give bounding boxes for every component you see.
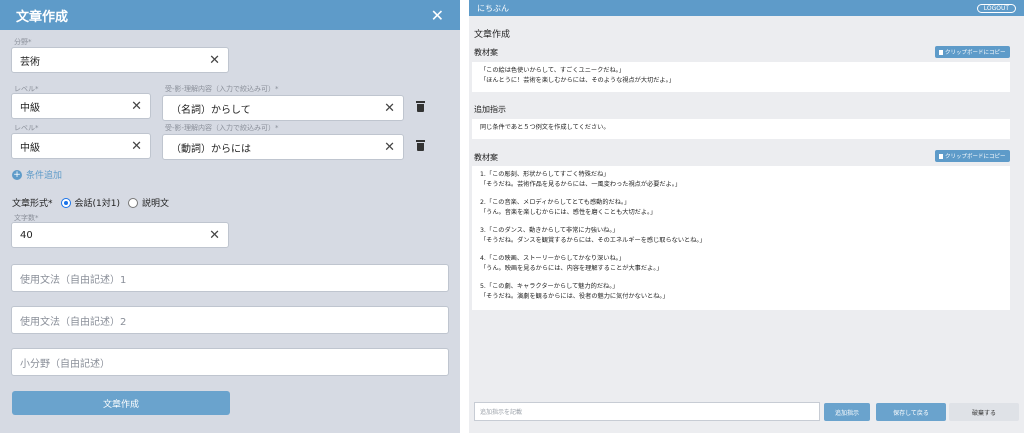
- draft-label-2: 教材案: [474, 153, 498, 162]
- instruction-text: 同じ条件であと５つ例文を作成してください。: [480, 124, 610, 131]
- pattern-label-1: 受-影-理解内容（入力で絞込み可）*: [165, 85, 279, 93]
- clear-icon[interactable]: ✕: [209, 228, 220, 243]
- draft2-line: 4.「この映画、ストーリーからしてかなり深いね。」: [480, 255, 625, 262]
- char-count-input[interactable]: 40 ✕: [11, 222, 229, 248]
- instruction-label: 追加指示: [474, 105, 506, 114]
- draft-card-1: 「この絵は色使いからして、すごくユニークだね。」 「ほんとうに！芸術を楽しむから…: [472, 62, 1010, 92]
- compose-dialog: 文章作成 ✕ 分野* 芸術 ✕ レベル* 中級 ✕ 受-影-理解内容（入力で絞込…: [0, 0, 460, 433]
- field-label: 分野*: [14, 38, 32, 46]
- radio-conversation-label: 会話(1対1): [74, 199, 120, 209]
- draft-label-1: 教材案: [474, 48, 498, 57]
- grammar-placeholder-1: 使用文法（自由記述）1: [20, 274, 127, 286]
- page-title: 文章作成: [474, 30, 511, 40]
- trash-icon[interactable]: [416, 140, 425, 151]
- add-condition-label: 条件追加: [26, 171, 63, 181]
- draft2-line: 「そうだね。ダンスを観賞するからには、そのエネルギーを感じ取らないとね。」: [480, 237, 706, 244]
- copy-button-1[interactable]: クリップボードにコピー: [935, 46, 1010, 58]
- dialog-header: 文章作成 ✕: [0, 0, 460, 30]
- grammar-input-1[interactable]: 使用文法（自由記述）1: [11, 264, 449, 292]
- logout-button[interactable]: LOGOUT: [976, 3, 1016, 13]
- dialog-title: 文章作成: [16, 9, 69, 25]
- draft1-line: 「ほんとうに！芸術を楽しむからには、そのような視点が大切だよ。」: [480, 77, 675, 84]
- draft2-line: 「うん。映画を見るからには、内容を理解することが大事だよ。」: [480, 265, 663, 272]
- radio-explanation-label: 説明文: [142, 199, 170, 209]
- level-select-1[interactable]: 中級 ✕: [11, 93, 151, 119]
- subfield-placeholder: 小分野（自由記述）: [20, 358, 110, 370]
- pattern-value-2: （動詞）からには: [171, 143, 251, 155]
- draft2-line: 「そうだね。演劇を観るからには、役者の魅力に気付かないとね。」: [480, 293, 669, 300]
- compose-submit-button[interactable]: 文章作成: [12, 391, 230, 415]
- pattern-select-2[interactable]: （動詞）からには ✕: [162, 134, 404, 160]
- format-label: 文章形式*: [12, 199, 53, 209]
- format-radio-group: 文章形式* 会話(1対1) 説明文: [12, 196, 169, 209]
- pattern-value-1: （名詞）からして: [171, 104, 251, 116]
- draft2-line: 3.「このダンス、動きからして非常に力強いね。」: [480, 227, 619, 234]
- draft2-line: 「うん。音楽を楽しむからには、感性を磨くことも大切だよ。」: [480, 209, 657, 216]
- add-condition-button[interactable]: + 条件追加: [12, 168, 62, 181]
- pattern-select-1[interactable]: （名詞）からして ✕: [162, 95, 404, 121]
- draft2-line: 5.「この劇、キャラクターからして魅力的だね。」: [480, 283, 619, 290]
- clear-icon[interactable]: ✕: [384, 101, 395, 116]
- clear-icon[interactable]: ✕: [209, 53, 220, 68]
- char-count-value: 40: [20, 229, 33, 241]
- level-label-2: レベル*: [14, 124, 39, 132]
- draft-card-2: 1.「この彫刻、形状からしてすごく特殊だね」 「そうだね。芸術作品を見るからには…: [472, 166, 1010, 310]
- app-brand: にちぶん: [477, 3, 509, 13]
- additional-instruction-placeholder: 追加指示を記載: [480, 409, 523, 416]
- screen: 文章作成 ✕ 分野* 芸術 ✕ レベル* 中級 ✕ 受-影-理解内容（入力で絞込…: [0, 0, 1024, 433]
- pattern-label-2: 受-影-理解内容（入力で絞込み可）*: [165, 124, 279, 132]
- add-instruction-button[interactable]: 追加指示: [824, 403, 870, 421]
- close-icon[interactable]: ✕: [431, 6, 444, 25]
- draft2-line: 2.「この音楽、メロディからしてとても感動的だね。」: [480, 199, 631, 206]
- save-and-return-button[interactable]: 保存して戻る: [876, 403, 946, 421]
- clear-icon[interactable]: ✕: [131, 99, 142, 114]
- field-value: 芸術: [20, 56, 40, 68]
- draft1-line: 「この絵は色使いからして、すごくユニークだね。」: [480, 67, 625, 74]
- grammar-input-2[interactable]: 使用文法（自由記述）2: [11, 306, 449, 334]
- copy-label-1: クリップボードにコピー: [945, 50, 1006, 56]
- radio-conversation[interactable]: [60, 197, 71, 208]
- level-value-2: 中級: [20, 142, 40, 154]
- subfield-input[interactable]: 小分野（自由記述）: [11, 348, 449, 376]
- draft2-line: 1.「この彫刻、形状からしてすごく特殊だね」: [480, 171, 610, 178]
- copy-button-2[interactable]: クリップボードにコピー: [935, 150, 1010, 162]
- additional-instruction-input[interactable]: 追加指示を記載: [474, 402, 820, 421]
- grammar-placeholder-2: 使用文法（自由記述）2: [20, 316, 127, 328]
- radio-explanation[interactable]: [128, 197, 138, 208]
- trash-icon[interactable]: [416, 101, 425, 112]
- clear-icon[interactable]: ✕: [384, 140, 395, 155]
- clear-icon[interactable]: ✕: [131, 139, 142, 154]
- instruction-card: 同じ条件であと５つ例文を作成してください。: [472, 119, 1010, 139]
- clipboard-icon: [939, 49, 943, 55]
- copy-label-2: クリップボードにコピー: [945, 154, 1006, 160]
- result-panel: にちぶん LOGOUT 文章作成 教材案 クリップボードにコピー 「この絵は色使…: [469, 0, 1024, 433]
- app-header: にちぶん LOGOUT: [469, 0, 1024, 16]
- field-select[interactable]: 芸術 ✕: [11, 47, 229, 73]
- discard-button[interactable]: 破棄する: [949, 403, 1019, 421]
- draft2-line: 「そうだね。芸術作品を見るからには、一風変わった視点が必要だよ。」: [480, 181, 682, 188]
- plus-circle-icon: +: [12, 169, 22, 180]
- level-select-2[interactable]: 中級 ✕: [11, 133, 151, 159]
- clipboard-icon: [939, 153, 943, 159]
- level-value-1: 中級: [20, 102, 40, 114]
